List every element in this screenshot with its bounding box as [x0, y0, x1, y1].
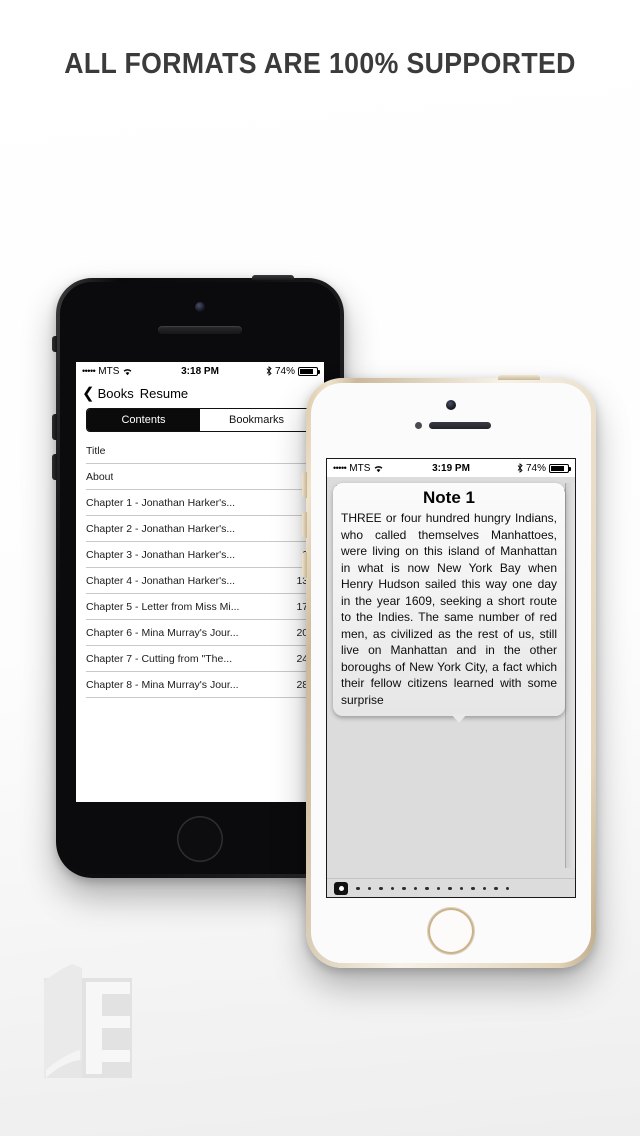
page-indicator-dot[interactable]	[459, 886, 463, 891]
segmented-control[interactable]: Contents Bookmarks	[86, 408, 314, 432]
bluetooth-icon	[517, 463, 523, 473]
back-button-label: Books	[97, 385, 134, 401]
tab-bookmarks[interactable]: Bookmarks	[200, 409, 313, 431]
volume-down-button[interactable]	[52, 454, 57, 480]
resume-button[interactable]: Resume	[140, 386, 188, 401]
page-indicator-dot[interactable]	[482, 886, 486, 891]
front-camera-icon	[195, 302, 205, 312]
page-indicator-dot[interactable]	[356, 886, 360, 891]
back-button[interactable]: ❮ Books	[82, 386, 134, 401]
popover-pointer	[451, 714, 467, 723]
mute-switch[interactable]	[302, 472, 307, 498]
list-item[interactable]: Chapter 2 - Jonathan Harker's... 49	[86, 516, 314, 542]
page-indicator-bar[interactable]	[327, 878, 575, 897]
toc-item-title: Chapter 7 - Cutting from "The...	[86, 652, 233, 665]
reader-page[interactable]: the Manhattoes[1], belted round by wharv…	[327, 477, 575, 897]
signal-strength-icon: •••••	[82, 365, 96, 376]
page-indicator-dot[interactable]	[505, 886, 509, 891]
page-indicator-dot[interactable]	[425, 886, 429, 891]
page-indicator-dot[interactable]	[436, 886, 440, 891]
home-button[interactable]	[428, 908, 474, 954]
page-indicator-dot[interactable]	[402, 886, 406, 891]
volume-up-button[interactable]	[52, 414, 57, 440]
toc-item-title: Title	[86, 444, 106, 457]
right-phone-screen: ••••• MTS 3:19 PM 74% the Manhattoes[1],…	[326, 458, 576, 898]
page-title: ALL FORMATS ARE 100% SUPPORTED	[64, 48, 576, 80]
toc-item-title: About	[86, 470, 114, 483]
phone-black-device: ••••• MTS 3:18 PM 74% ❮ Books Resume Con…	[52, 275, 344, 878]
toc-item-title: Chapter 6 - Mina Murray's Jour...	[86, 626, 239, 639]
list-item[interactable]: Chapter 6 - Mina Murray's Jour... 201	[86, 620, 314, 646]
table-of-contents-list: Title 2 About 3 Chapter 1 - Jonathan Har…	[76, 438, 324, 698]
chevron-left-icon: ❮	[82, 384, 95, 402]
left-phone-screen: ••••• MTS 3:18 PM 74% ❮ Books Resume Con…	[76, 362, 324, 802]
mute-switch[interactable]	[52, 336, 57, 352]
page-indicator-dot[interactable]	[494, 886, 498, 891]
front-camera-icon	[446, 400, 456, 410]
clock-label: 3:19 PM	[432, 462, 470, 474]
toc-item-title: Chapter 5 - Letter from Miss Mi...	[86, 600, 240, 613]
carrier-label: MTS	[98, 365, 120, 377]
list-item[interactable]: Chapter 1 - Jonathan Harker's... 5	[86, 490, 314, 516]
toc-item-title: Chapter 3 - Jonathan Harker's...	[86, 548, 236, 561]
power-button[interactable]	[498, 375, 540, 380]
page-indicator-dot[interactable]	[379, 886, 383, 891]
status-bar: ••••• MTS 3:19 PM 74%	[327, 459, 575, 477]
note-title: Note 1	[423, 488, 475, 507]
volume-down-button[interactable]	[302, 552, 307, 578]
page-indicator-dot[interactable]	[448, 886, 452, 891]
navigation-bar: ❮ Books Resume	[76, 380, 324, 406]
page-indicator-dot[interactable]	[367, 886, 371, 891]
battery-percent-label: 74%	[526, 462, 547, 474]
list-item[interactable]: Chapter 7 - Cutting from "The... 243	[86, 646, 314, 672]
tab-contents[interactable]: Contents	[87, 409, 200, 431]
toc-item-title: Chapter 2 - Jonathan Harker's...	[86, 522, 236, 535]
power-button[interactable]	[252, 275, 294, 280]
page-indicator-dot[interactable]	[413, 886, 417, 891]
ebook-reader-logo-watermark	[24, 962, 152, 1082]
page-scroll-indicator[interactable]	[565, 483, 575, 868]
page-indicator-dot[interactable]	[471, 886, 475, 891]
list-item[interactable]: Chapter 8 - Mina Murray's Jour... 285	[86, 672, 314, 698]
volume-up-button[interactable]	[302, 512, 307, 538]
earpiece-speaker	[429, 422, 491, 429]
carrier-label: MTS	[349, 462, 371, 474]
proximity-sensor-icon	[415, 422, 422, 429]
battery-percent-label: 74%	[275, 365, 296, 377]
battery-icon	[549, 463, 572, 473]
wifi-icon	[374, 465, 383, 472]
home-button[interactable]	[177, 816, 223, 862]
note-popover[interactable]: Note 1 THREE or four hundred hungry Indi…	[333, 483, 565, 723]
clock-label: 3:18 PM	[181, 365, 219, 377]
phone-white-device: ••••• MTS 3:19 PM 74% the Manhattoes[1],…	[302, 375, 596, 968]
list-item[interactable]: Chapter 5 - Letter from Miss Mi... 175	[86, 594, 314, 620]
list-item[interactable]: Title 2	[86, 438, 314, 464]
status-bar: ••••• MTS 3:18 PM 74%	[76, 362, 324, 380]
note-body-text: THREE or four hundred hungry Indians, wh…	[341, 511, 557, 707]
page-indicator-dot[interactable]	[390, 886, 394, 891]
battery-icon	[298, 366, 321, 376]
toc-item-title: Chapter 1 - Jonathan Harker's...	[86, 496, 236, 509]
signal-strength-icon: •••••	[333, 462, 347, 473]
earpiece-speaker	[158, 326, 242, 334]
wifi-icon	[123, 368, 132, 375]
toc-item-title: Chapter 4 - Jonathan Harker's...	[86, 574, 236, 587]
list-item[interactable]: About 3	[86, 464, 314, 490]
bluetooth-icon	[266, 366, 272, 376]
page-indicator-active[interactable]	[334, 882, 348, 895]
toc-item-title: Chapter 8 - Mina Murray's Jour...	[86, 678, 239, 691]
list-item[interactable]: Chapter 4 - Jonathan Harker's... 131	[86, 568, 314, 594]
list-item[interactable]: Chapter 3 - Jonathan Harker's... 90	[86, 542, 314, 568]
